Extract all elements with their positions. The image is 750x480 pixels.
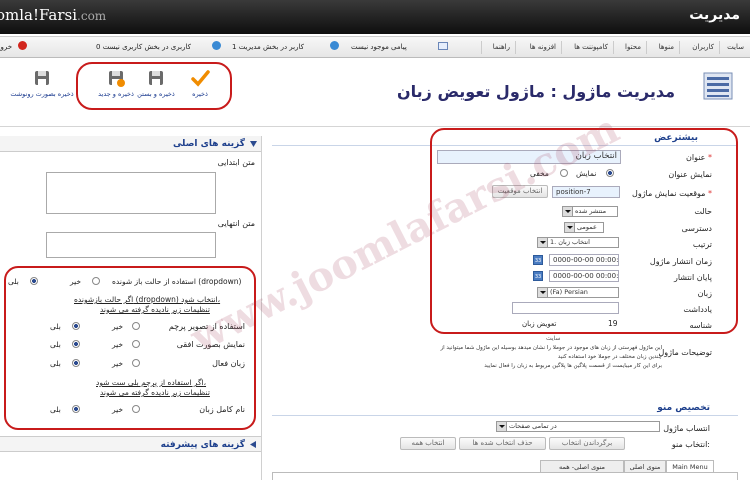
status-messages: پیامی موجود نیست — [351, 43, 407, 51]
menu-assignment-title: تخصیص منو — [657, 403, 710, 413]
menu-components[interactable]: کامپوننت ها — [574, 43, 608, 51]
triangle-left-icon[interactable] — [250, 441, 256, 448]
app-header: omla!Farsi.com مدیریت — [0, 0, 750, 34]
toolbar-divider — [0, 126, 750, 127]
post-text-label: متن انتهایی — [217, 219, 255, 228]
logo-brand: !Farsi — [33, 6, 78, 24]
description-label: توضیحات ماژول — [658, 348, 712, 357]
toggle-selection-button[interactable]: برگرداندن انتخاب — [549, 437, 625, 450]
description-line: برای این کار میبایست از قسمت پلاگین ها پ… — [484, 363, 662, 369]
users-icon — [330, 41, 339, 50]
joomlafarsi-logo[interactable]: omla!Farsi.com — [0, 6, 106, 24]
triangle-down-icon[interactable] — [250, 141, 257, 147]
logout-link[interactable]: خروج — [0, 43, 12, 51]
top-menu-bar: سایت کاربران منوها محتوا کامپوننت ها افز… — [0, 36, 750, 58]
toolbar: ذخیره ذخیره و بستن ذخیره و جدید ذخیره بص… — [0, 60, 750, 126]
logo-tld: .com — [77, 9, 107, 23]
menu-site[interactable]: سایت — [727, 43, 744, 51]
status-users: 0 کاربری در بخش کاربری نیست — [96, 43, 191, 51]
menu-separator — [646, 41, 647, 54]
status-admins: 1 کاربر در بخش مدیریت — [232, 43, 304, 51]
assignment-label: انتساب ماژول — [663, 424, 710, 433]
clear-selection-button[interactable]: حذف انتخاب شده ها — [459, 437, 546, 450]
logo-text: omla — [0, 6, 33, 24]
logout-icon[interactable] — [18, 41, 27, 50]
message-icon — [438, 42, 448, 50]
page-title: مدیریت ماژول : ماژول تعویض زبان — [397, 82, 675, 101]
basic-options-title: گزینه های اصلی — [172, 139, 245, 149]
menu-content[interactable]: محتوا — [625, 43, 641, 51]
menu-select-label: انتخاب منو: — [671, 440, 710, 449]
post-text-textarea[interactable] — [46, 232, 216, 258]
assignment-value: در تمامی صفحات — [509, 422, 557, 430]
description-line: این ماژول فهرستی از زبان های موجود در جو… — [440, 345, 662, 351]
advanced-options-title: گزینه های پیشرفته — [160, 440, 245, 450]
assignment-select[interactable]: در تمامی صفحات — [496, 421, 660, 432]
menu-extensions[interactable]: افزونه ها — [530, 43, 556, 51]
description-line: چندین زبان مختلف در جوملا خود استفاده کن… — [557, 354, 662, 360]
site-label: سایت — [546, 335, 561, 342]
menu-separator — [515, 41, 516, 54]
menu-separator — [613, 41, 614, 54]
pre-text-label: متن ابتدایی — [217, 158, 255, 167]
menu-menus[interactable]: منوها — [659, 43, 674, 51]
menu-separator — [561, 41, 562, 54]
highlight-ring — [76, 62, 232, 110]
module-description: این ماژول فهرستی از زبان های موجود در جو… — [340, 344, 662, 371]
pre-text-textarea[interactable] — [46, 172, 216, 214]
menu-assignment-divider — [272, 415, 738, 416]
module-manager-icon — [703, 72, 733, 100]
menu-separator — [481, 41, 482, 54]
menu-tree-panel — [272, 472, 738, 480]
chevron-down-icon — [497, 422, 507, 431]
save-copy-label: ذخیره بصورت رونوشت — [10, 90, 74, 98]
menu-help[interactable]: راهنما — [493, 43, 510, 51]
users-icon — [212, 41, 221, 50]
header-title: مدیریت — [689, 7, 740, 23]
menu-separator — [679, 41, 680, 54]
save-copy-button[interactable]: ذخیره بصورت رونوشت — [10, 68, 74, 98]
select-all-button[interactable]: انتخاب همه — [400, 437, 456, 450]
menu-separator — [719, 41, 720, 54]
save-copy-icon — [35, 71, 49, 85]
menu-users[interactable]: کاربران — [692, 43, 714, 51]
